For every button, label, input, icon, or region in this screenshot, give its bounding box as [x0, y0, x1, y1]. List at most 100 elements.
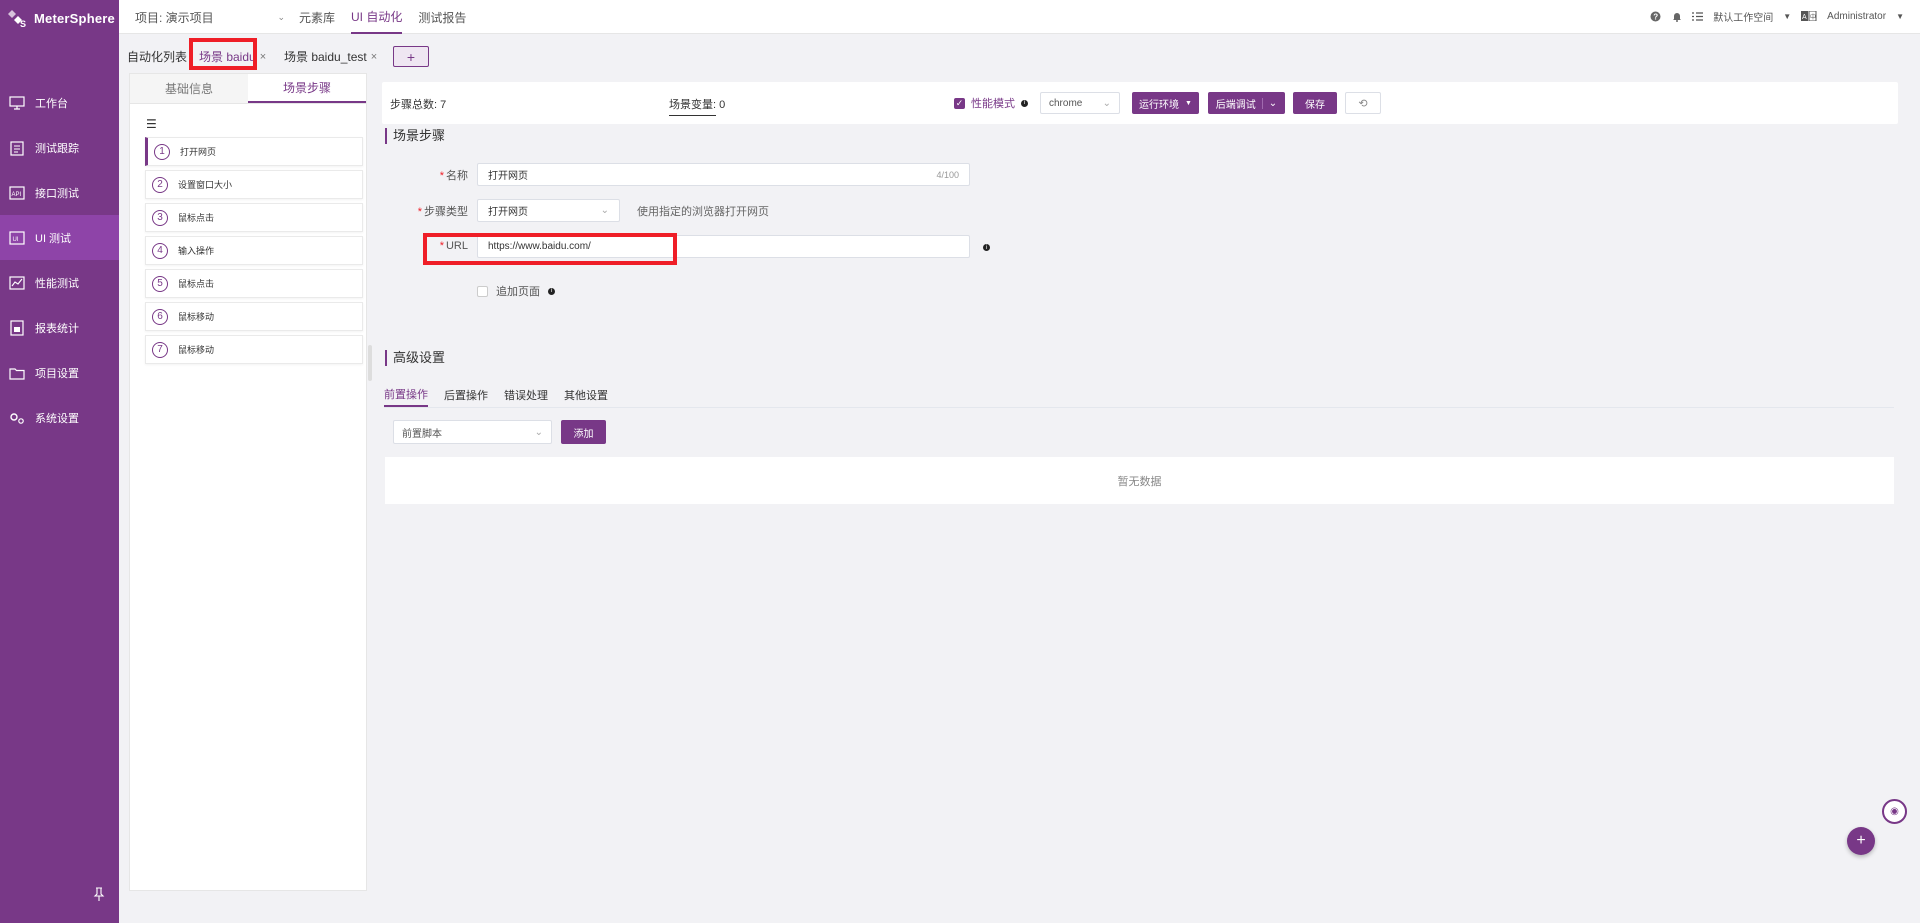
refresh-icon: ⟲ [1358, 97, 1368, 110]
caret-down-icon: ▼ [1783, 11, 1792, 21]
monitor-icon [9, 95, 25, 111]
sidebar-item-performance[interactable]: 性能测试 [0, 260, 119, 305]
sidebar-item-api-test[interactable]: API 接口测试 [0, 170, 119, 215]
svg-text:中: 中 [1810, 13, 1816, 21]
browser-value: chrome [1049, 97, 1083, 109]
tab-pre-operation[interactable]: 前置操作 [384, 383, 428, 407]
close-icon[interactable]: × [260, 51, 266, 63]
step-item[interactable]: 7 鼠标移动 [145, 335, 363, 364]
menu-icon[interactable]: ☰ [146, 117, 157, 131]
step-item[interactable]: 5 鼠标点击 [145, 269, 363, 298]
panel-resize-handle[interactable] [368, 345, 372, 381]
api-icon: API [9, 185, 25, 201]
perf-mode-checkbox[interactable]: ✓ 性能模式 i [954, 95, 1028, 111]
step-type-value: 打开网页 [488, 207, 528, 218]
debug-button[interactable]: 后端调试 ⌄ [1208, 92, 1285, 114]
sidebar-item-ui-test[interactable]: UI UI 测试 [0, 215, 119, 260]
tab-other-settings[interactable]: 其他设置 [564, 383, 608, 407]
sidebar-item-workbench[interactable]: 工作台 [0, 80, 119, 125]
sidebar-item-label: UI 测试 [35, 232, 72, 245]
step-item[interactable]: 3 鼠标点击 [145, 203, 363, 232]
eye-icon: ◉ [1890, 806, 1899, 817]
gear-icon [9, 410, 25, 426]
name-input[interactable]: 打开网页 4/100 [477, 163, 970, 186]
sidebar-item-label: 报表统计 [35, 322, 79, 335]
step-label: 设置窗口大小 [178, 180, 233, 190]
sidebar: S MeterSphere 工作台 测试跟踪 API 接口测试 UI UI 测试… [0, 0, 119, 923]
step-label: 鼠标移动 [178, 345, 215, 355]
tab-post-operation[interactable]: 后置操作 [444, 383, 488, 407]
pre-script-select[interactable]: 前置脚本 ⌄ [393, 420, 552, 444]
step-total: 步骤总数: 7 [390, 96, 446, 112]
name-counter: 4/100 [936, 169, 959, 180]
step-item[interactable]: 6 鼠标移动 [145, 302, 363, 331]
browser-select[interactable]: chrome ⌄ [1040, 92, 1120, 114]
view-floating-button[interactable]: ◉ [1882, 799, 1907, 824]
logo-icon: S [6, 7, 28, 29]
tab-basic-info[interactable]: 基础信息 [130, 74, 248, 103]
chevron-down-icon: ⌄ [1261, 97, 1277, 109]
checkbox-icon [477, 285, 488, 297]
workspace-select[interactable]: 默认工作空间 [1713, 9, 1773, 24]
user-menu[interactable]: Administrator [1827, 11, 1886, 22]
tab-scene-baidu-test[interactable]: 场景 baidu_test × [284, 48, 377, 65]
logo-text: MeterSphere [34, 10, 115, 26]
svg-text:UI: UI [13, 237, 19, 243]
step-label: 打开网页 [180, 147, 217, 157]
section-title-advanced: 高级设置 [385, 350, 445, 366]
step-item[interactable]: 1 打开网页 [145, 137, 363, 166]
workspace-list-icon [1692, 11, 1704, 22]
add-floating-button[interactable]: + [1847, 827, 1875, 855]
debug-label: 后端调试 [1215, 99, 1256, 111]
header-right: ? 默认工作空间 ▼ A中 Administrator ▼ [1650, 0, 1904, 32]
ui-icon: UI [9, 230, 25, 246]
step-number: 2 [152, 176, 168, 193]
info-icon: i [1021, 99, 1028, 107]
append-page-checkbox[interactable]: 追加页面 i [477, 283, 555, 299]
step-number: 6 [152, 308, 168, 325]
step-type-hint: 使用指定的浏览器打开网页 [637, 206, 769, 218]
top-menu-element-library[interactable]: 元素库 [299, 0, 335, 34]
sidebar-item-system-settings[interactable]: 系统设置 [0, 395, 119, 440]
sidebar-item-label: 性能测试 [35, 277, 79, 290]
sidebar-item-project-settings[interactable]: 项目设置 [0, 350, 119, 395]
project-select[interactable]: 项目: 演示项目 ⌄ [135, 8, 285, 26]
step-total-label: 步骤总数: [390, 99, 438, 111]
tab-label: 场景 baidu_test [284, 50, 367, 64]
pre-script-value: 前置脚本 [402, 428, 442, 440]
refresh-button[interactable]: ⟲ [1345, 92, 1381, 114]
name-label: * 名称 [439, 170, 468, 182]
step-label: 鼠标点击 [178, 213, 215, 223]
sidebar-item-report[interactable]: 报表统计 [0, 305, 119, 350]
step-label: 鼠标点击 [178, 279, 215, 289]
step-item[interactable]: 4 输入操作 [145, 236, 363, 265]
pin-icon[interactable] [92, 887, 106, 901]
tab-error-handling[interactable]: 错误处理 [504, 383, 548, 407]
top-header: 项目: 演示项目 ⌄ 元素库 UI 自动化 测试报告 ? 默认工作空间 ▼ A中… [119, 0, 1920, 34]
svg-text:API: API [12, 192, 22, 198]
step-type-select[interactable]: 打开网页 ⌄ [477, 199, 620, 222]
top-menu-test-report[interactable]: 测试报告 [418, 0, 466, 34]
step-number: 7 [152, 341, 168, 358]
sidebar-item-test-track[interactable]: 测试跟踪 [0, 125, 119, 170]
save-button[interactable]: 保存 [1293, 92, 1337, 114]
step-item[interactable]: 2 设置窗口大小 [145, 170, 363, 199]
folder-icon [9, 365, 25, 381]
scene-variables[interactable]: 场景变量: 0 [669, 96, 725, 116]
tab-scene-steps[interactable]: 场景步骤 [248, 74, 366, 103]
language-icon[interactable]: A中 [1801, 11, 1817, 22]
tab-automation-list[interactable]: 自动化列表 [127, 48, 187, 65]
close-icon[interactable]: × [371, 51, 377, 63]
add-button[interactable]: 添加 [561, 420, 606, 444]
bell-icon[interactable] [1671, 11, 1682, 22]
help-icon[interactable]: ? [1650, 11, 1661, 22]
name-value: 打开网页 [488, 171, 528, 182]
run-env-button[interactable]: 运行环境 ▼ [1132, 92, 1199, 114]
highlight-box-url [423, 233, 677, 265]
sidebar-item-label: 测试跟踪 [35, 142, 79, 155]
run-env-label: 运行环境 [1139, 99, 1180, 111]
top-menu-ui-automation[interactable]: UI 自动化 [351, 0, 403, 34]
add-tab-button[interactable]: + [393, 46, 429, 67]
append-page-label: 追加页面 [496, 286, 540, 298]
chevron-down-icon: ⌄ [1102, 97, 1111, 109]
